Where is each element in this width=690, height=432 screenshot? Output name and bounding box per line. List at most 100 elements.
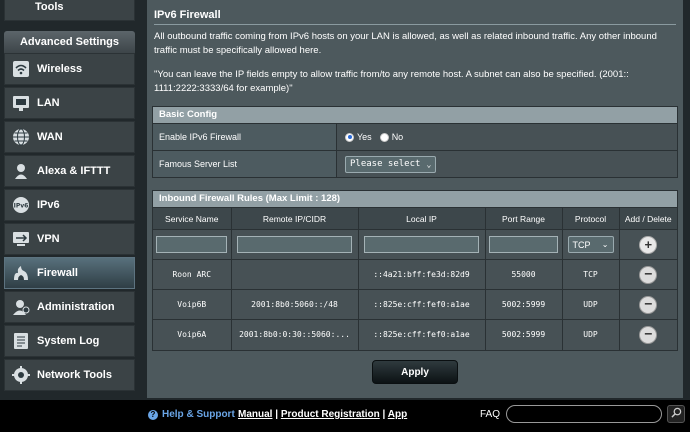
- famous-server-select[interactable]: Please select ⌄: [345, 155, 437, 173]
- minus-icon: −: [644, 327, 653, 343]
- basic-config-header: Basic Config: [153, 107, 677, 123]
- admin-icon: [11, 297, 31, 317]
- sidebar-item-administration[interactable]: Administration: [4, 291, 135, 323]
- firewall-icon: [11, 263, 31, 283]
- sidebar-item-label: WAN: [37, 131, 63, 143]
- remote-cell: [231, 259, 359, 290]
- plus-icon: +: [644, 237, 653, 252]
- page-note: "You can leave the IP fields empty to al…: [154, 69, 629, 94]
- sidebar-item-label: System Log: [37, 335, 100, 347]
- faq-search-input[interactable]: [506, 405, 662, 423]
- column-header: Remote IP/CIDR: [231, 207, 359, 230]
- local-ip-input[interactable]: [363, 236, 480, 253]
- sidebar-item-label: IPv6: [37, 199, 60, 211]
- remote-cell: 2001:8b0:0:30::5060:...: [231, 319, 359, 350]
- sidebar-item-label: LAN: [37, 97, 60, 109]
- apply-button[interactable]: Apply: [372, 360, 458, 384]
- column-header: Local IP: [358, 207, 486, 230]
- column-header: Service Name: [153, 207, 232, 230]
- sidebar-item-system-log[interactable]: System Log: [4, 325, 135, 357]
- add-rule-button[interactable]: +: [639, 235, 658, 254]
- local-cell: ::825e:cff:fef0:a1ae: [358, 319, 486, 350]
- protocol-cell: UDP: [562, 289, 620, 320]
- service-cell: Voip6A: [153, 319, 232, 350]
- page-title: IPv6 Firewall: [154, 9, 221, 21]
- app-link[interactable]: App: [388, 409, 407, 420]
- search-button[interactable]: [667, 405, 685, 423]
- sidebar-item-tools[interactable]: Tools: [4, 0, 135, 21]
- sidebar-item-firewall[interactable]: Firewall: [4, 257, 135, 289]
- ipv6-icon: IPv6: [11, 195, 31, 215]
- table-row: Voip6A 2001:8b0:0:30::5060:... ::825e:cf…: [153, 319, 677, 350]
- column-header: Port Range: [485, 207, 563, 230]
- sidebar-item-wireless[interactable]: Wireless: [4, 53, 135, 85]
- delete-rule-button[interactable]: −: [639, 295, 658, 314]
- wifi-icon: [11, 59, 31, 79]
- globe-icon: [11, 127, 31, 147]
- service-cell: Voip6B: [153, 289, 232, 320]
- help-icon: ?: [148, 409, 158, 420]
- protocol-cell: UDP: [562, 319, 620, 350]
- port-cell: 55000: [485, 259, 563, 290]
- title-divider: [154, 24, 676, 25]
- vpn-icon: [11, 229, 31, 249]
- protocol-cell: TCP: [562, 259, 620, 290]
- network-tools-icon: [11, 365, 31, 385]
- port-cell: 5002:5999: [485, 319, 563, 350]
- footer-links: Manual | Product Registration | App: [238, 409, 407, 420]
- product-registration-link[interactable]: Product Registration: [281, 409, 380, 420]
- sidebar-item-network-tools[interactable]: Network Tools: [4, 359, 135, 391]
- lan-icon: [11, 93, 31, 113]
- column-header: Protocol: [562, 207, 620, 230]
- enable-yes-radio[interactable]: Yes: [345, 132, 372, 142]
- table-row: Roon ARC ::4a21:bff:fe3d:82d9 55000 TCP …: [153, 259, 677, 290]
- minus-icon: −: [644, 267, 653, 282]
- radio-selected-icon: [345, 132, 354, 142]
- local-cell: ::4a21:bff:fe3d:82d9: [358, 259, 486, 290]
- protocol-select[interactable]: TCP ⌄: [567, 236, 614, 253]
- sidebar-item-label: Tools: [35, 0, 64, 13]
- manual-link[interactable]: Manual: [238, 409, 272, 420]
- main-panel: IPv6 Firewall All outbound traffic comin…: [147, 0, 683, 398]
- advanced-settings-header: Advanced Settings: [4, 31, 135, 53]
- inbound-rules-box: Inbound Firewall Rules (Max Limit : 128)…: [152, 190, 678, 351]
- faq-label: FAQ: [480, 409, 501, 420]
- alexa-icon: [11, 161, 31, 181]
- sidebar-item-ipv6[interactable]: IPv6 IPv6: [4, 189, 135, 221]
- local-cell: ::825e:cff:fef0:a1ae: [358, 289, 486, 320]
- service-cell: Roon ARC: [153, 259, 232, 290]
- column-header: Add / Delete: [619, 207, 677, 230]
- minus-icon: −: [644, 297, 653, 312]
- new-rule-row: TCP ⌄ +: [153, 229, 677, 260]
- enable-firewall-label: Enable IPv6 Firewall: [153, 124, 337, 150]
- table-row: Voip6B 2001:8b0:5060::/48 ::825e:cff:fef…: [153, 289, 677, 320]
- service-name-input[interactable]: [156, 236, 228, 253]
- link-separator: |: [382, 409, 386, 420]
- sidebar: Tools Advanced Settings Wireless LAN WAN…: [0, 0, 140, 400]
- enable-no-radio[interactable]: No: [379, 132, 403, 142]
- sidebar-item-label: VPN: [37, 233, 60, 245]
- famous-server-label: Famous Server List: [153, 151, 337, 177]
- inbound-rules-header: Inbound Firewall Rules (Max Limit : 128): [153, 191, 677, 207]
- radio-unselected-icon: [379, 132, 389, 142]
- delete-rule-button[interactable]: −: [639, 265, 658, 284]
- search-icon: [670, 407, 682, 421]
- log-icon: [11, 331, 31, 351]
- sidebar-item-wan[interactable]: WAN: [4, 121, 135, 153]
- delete-rule-button[interactable]: −: [639, 325, 658, 344]
- help-support-link[interactable]: ? Help & Support: [148, 409, 235, 420]
- footer: ? Help & Support Manual | Product Regist…: [0, 400, 690, 432]
- basic-config-box: Basic Config Enable IPv6 Firewall Yes No…: [152, 106, 678, 178]
- sidebar-item-label: Network Tools: [37, 369, 112, 381]
- sidebar-item-vpn[interactable]: VPN: [4, 223, 135, 255]
- sidebar-item-alexa[interactable]: Alexa & IFTTT: [4, 155, 135, 187]
- sidebar-item-label: Wireless: [37, 63, 83, 75]
- link-separator: |: [275, 409, 279, 420]
- sidebar-item-label: Alexa & IFTTT: [37, 165, 111, 177]
- rules-table: Service Name Remote IP/CIDR Local IP Por…: [153, 207, 677, 350]
- chevron-down-icon: ⌄: [601, 240, 609, 249]
- port-range-input[interactable]: [488, 236, 559, 253]
- svg-text:IPv6: IPv6: [14, 203, 29, 210]
- remote-ip-input[interactable]: [236, 236, 353, 253]
- sidebar-item-lan[interactable]: LAN: [4, 87, 135, 119]
